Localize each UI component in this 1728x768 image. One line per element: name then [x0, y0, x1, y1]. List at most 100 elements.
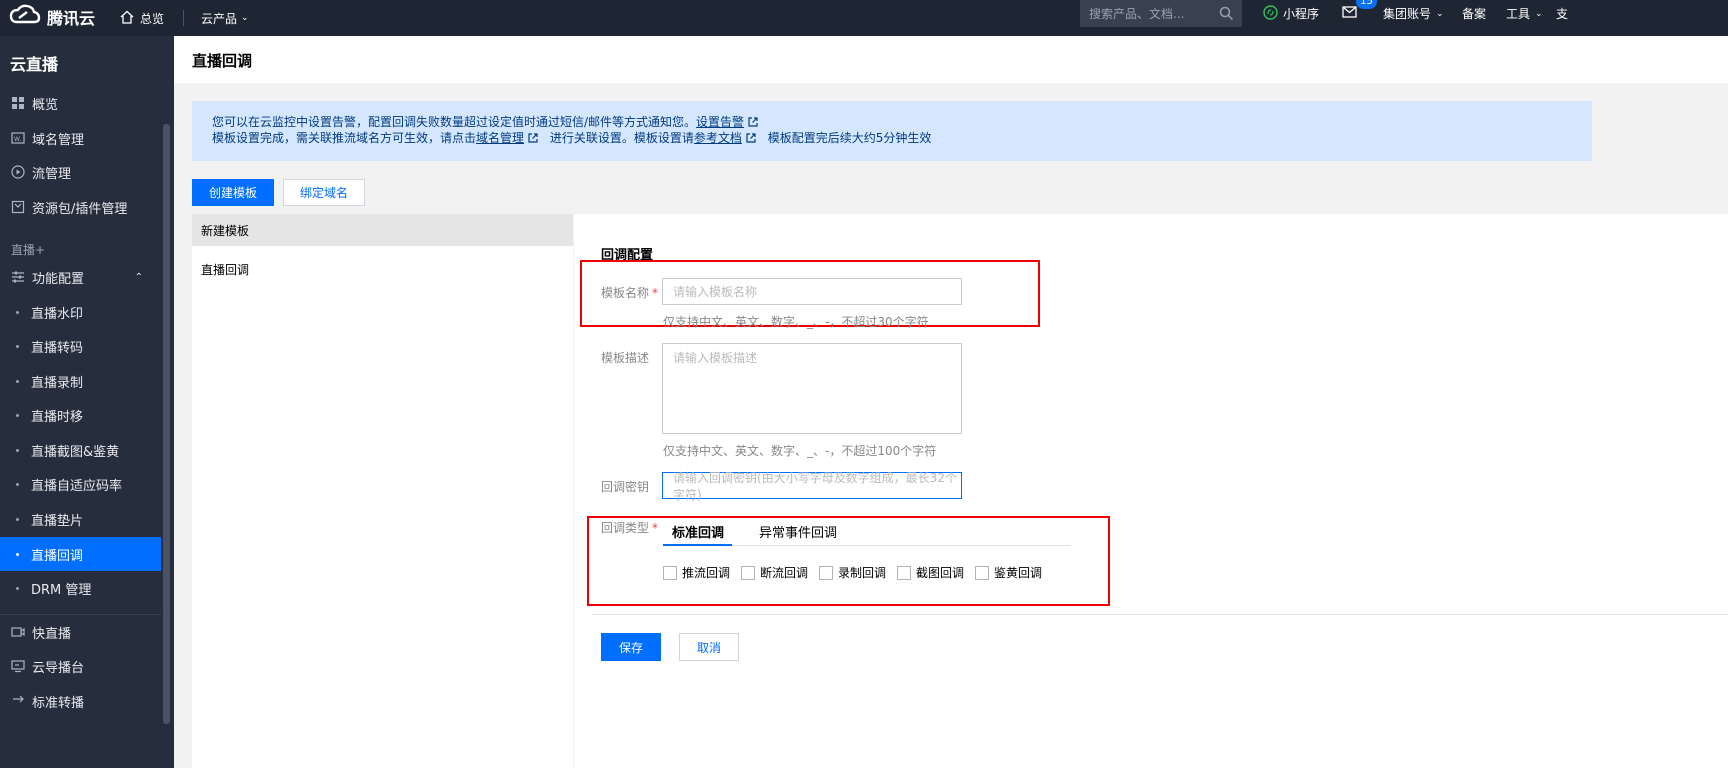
- chevron-down-icon: ⌄: [1436, 8, 1444, 19]
- search-input[interactable]: 搜索产品、文档...: [1080, 0, 1242, 27]
- template-item-callback[interactable]: 直播回调: [192, 253, 573, 285]
- account-menu[interactable]: 集团账号 ⌄: [1383, 0, 1444, 27]
- sidebar-subitem-record[interactable]: 直播录制: [0, 364, 161, 398]
- sidebar-item-label: 概览: [32, 97, 59, 113]
- sidebar-title: 云直播: [10, 55, 59, 74]
- template-name-hint: 仅支持中文、英文、数字、_、-，不超过30个字符: [663, 315, 929, 329]
- notice-text: 您可以在云监控中设置告警，配置回调失败数量超过设定值时通过短信/邮件等方式通知您…: [212, 115, 697, 129]
- record-callback-checkbox[interactable]: 录制回调: [819, 564, 886, 581]
- bind-domain-button[interactable]: 绑定域名: [283, 179, 365, 206]
- template-name-label: 模板名称 *: [601, 284, 658, 301]
- bullet-icon: [16, 517, 19, 521]
- package-icon: [11, 200, 25, 214]
- required-mark: *: [652, 286, 659, 300]
- checkbox-box[interactable]: [819, 565, 833, 580]
- checkbox-box[interactable]: [975, 565, 989, 580]
- sidebar-subitem-label: DRM 管理: [31, 582, 92, 598]
- sidebar-item-label: 标准转播: [32, 696, 85, 711]
- support-link[interactable]: 支: [1556, 0, 1568, 27]
- sidebar-item-overview[interactable]: 概览: [0, 86, 161, 120]
- callback-key-input[interactable]: 请输入回调密钥(由大小写字母及数字组成，最长32个字符): [662, 471, 962, 502]
- search-icon[interactable]: [1219, 6, 1234, 21]
- products-menu[interactable]: 云产品 ⌄: [201, 0, 249, 36]
- sidebar-subitem-label: 直播水印: [31, 306, 84, 322]
- bullet-icon: [16, 310, 19, 314]
- push-callback-checkbox[interactable]: 推流回调: [663, 564, 730, 581]
- home-link[interactable]: 总览: [120, 0, 164, 36]
- sidebar-item-label: 功能配置: [32, 271, 85, 287]
- tab-exception-callback[interactable]: 异常事件回调: [759, 522, 837, 541]
- sidebar-subitem-padding[interactable]: 直播垫片: [0, 502, 161, 536]
- callback-form: 回调配置 模板名称 * 请输入模板名称 仅支持中文、英文、数字、_、-，不超过30…: [574, 214, 1728, 768]
- template-desc-textarea[interactable]: 请输入模板描述: [662, 343, 962, 434]
- template-name-input[interactable]: 请输入模板名称: [662, 278, 962, 305]
- miniprogram-link[interactable]: 小程序: [1263, 0, 1319, 27]
- domain-icon: W.: [11, 131, 25, 145]
- sidebar-item-package[interactable]: 资源包/插件管理: [0, 190, 161, 224]
- sidebar-item-relay[interactable]: 标准转播: [0, 684, 161, 714]
- svg-text:W.: W.: [14, 136, 21, 143]
- sidebar-subitem-adaptive-bitrate[interactable]: 直播自适应码率: [0, 467, 161, 501]
- mail-button[interactable]: [1342, 0, 1357, 27]
- sidebar-item-director[interactable]: 云导播台: [0, 649, 161, 683]
- main-content: 直播回调 您可以在云监控中设置告警，配置回调失败数量超过设定值时通过短信/邮件等…: [174, 36, 1728, 768]
- sidebar-item-label: 云导播台: [32, 660, 85, 676]
- template-item-new[interactable]: 新建模板: [192, 214, 573, 246]
- snapshot-callback-checkbox[interactable]: 截图回调: [897, 564, 964, 581]
- sidebar-subitem-snapshot[interactable]: 直播截图&鉴黄: [0, 433, 161, 467]
- tools-menu[interactable]: 工具 ⌄: [1506, 0, 1543, 27]
- account-label: 集团账号: [1383, 7, 1432, 21]
- brand-name: 腾讯云: [47, 8, 96, 28]
- sidebar-item-fast-live[interactable]: 快直播: [0, 615, 161, 649]
- bullet-icon: [16, 552, 19, 556]
- chevron-up-icon: ⌃: [134, 271, 143, 283]
- checkbox-box[interactable]: [741, 565, 755, 580]
- relay-icon: [11, 692, 25, 706]
- sidebar-item-label: 域名管理: [32, 132, 85, 148]
- sidebar-scrollbar[interactable]: [163, 124, 170, 724]
- template-desc-hint: 仅支持中文、英文、数字、_、-，不超过100个字符: [663, 444, 937, 458]
- notice-text: 模板设置完成，需关联推流域名方可生效，请点击: [212, 131, 477, 145]
- checkbox-box[interactable]: [897, 565, 911, 580]
- sidebar-subitem-callback[interactable]: 直播回调: [0, 537, 161, 571]
- fast-live-icon: [11, 625, 25, 639]
- reference-doc-link[interactable]: 参考文档: [694, 131, 742, 145]
- sidebar-subitem-label: 直播录制: [31, 375, 84, 391]
- save-button[interactable]: 保存: [601, 633, 661, 661]
- sidebar-subitem-transcode[interactable]: 直播转码: [0, 329, 161, 363]
- notice-text: 进行关联设置。模板设置请: [549, 131, 694, 145]
- create-template-button[interactable]: 创建模板: [192, 179, 274, 206]
- notice-line-1: 您可以在云监控中设置告警，配置回调失败数量超过设定值时通过短信/邮件等方式通知您…: [212, 114, 1592, 130]
- template-desc-label: 模板描述: [601, 351, 650, 365]
- brand-logo[interactable]: 腾讯云: [9, 4, 95, 29]
- tab-standard-callback[interactable]: 标准回调: [672, 522, 724, 541]
- page-header: 直播回调: [174, 36, 1728, 83]
- sidebar-item-domain[interactable]: W. 域名管理: [0, 121, 161, 155]
- set-alarm-link[interactable]: 设置告警: [696, 115, 744, 129]
- record-label: 备案: [1462, 7, 1487, 21]
- domain-manage-link[interactable]: 域名管理: [476, 131, 524, 145]
- sidebar-item-stream[interactable]: 流管理: [0, 155, 161, 189]
- sidebar-subitem-drm[interactable]: DRM 管理: [0, 571, 161, 605]
- template-list: 新建模板 直播回调: [192, 214, 573, 768]
- label-text: 模板名称: [601, 286, 650, 300]
- info-notice: 您可以在云监控中设置告警，配置回调失败数量超过设定值时通过短信/邮件等方式通知您…: [192, 101, 1592, 161]
- cancel-button[interactable]: 取消: [679, 633, 739, 661]
- home-icon: [120, 10, 134, 27]
- porn-detect-callback-checkbox[interactable]: 鉴黄回调: [975, 564, 1042, 581]
- callback-type-tabs: 标准回调 异常事件回调: [663, 516, 1071, 546]
- sidebar-subitem-timeshift[interactable]: 直播时移: [0, 398, 161, 432]
- checkbox-label: 推流回调: [682, 566, 731, 580]
- checkbox-box[interactable]: [663, 565, 677, 580]
- bullet-icon: [16, 344, 19, 348]
- callback-key-label: 回调密钥: [601, 480, 650, 494]
- sidebar-group-label: 直播+: [11, 243, 46, 257]
- sidebar-item-label: 流管理: [32, 166, 72, 182]
- sidebar-item-feature-config[interactable]: 功能配置 ⌃: [0, 260, 161, 294]
- sidebar-subitem-watermark[interactable]: 直播水印: [0, 295, 161, 329]
- break-callback-checkbox[interactable]: 断流回调: [741, 564, 808, 581]
- mail-badge: 15: [1356, 0, 1377, 9]
- record-link[interactable]: 备案: [1462, 0, 1486, 27]
- sidebar-subitem-label: 直播自适应码率: [31, 478, 123, 494]
- nav-divider: [183, 10, 184, 26]
